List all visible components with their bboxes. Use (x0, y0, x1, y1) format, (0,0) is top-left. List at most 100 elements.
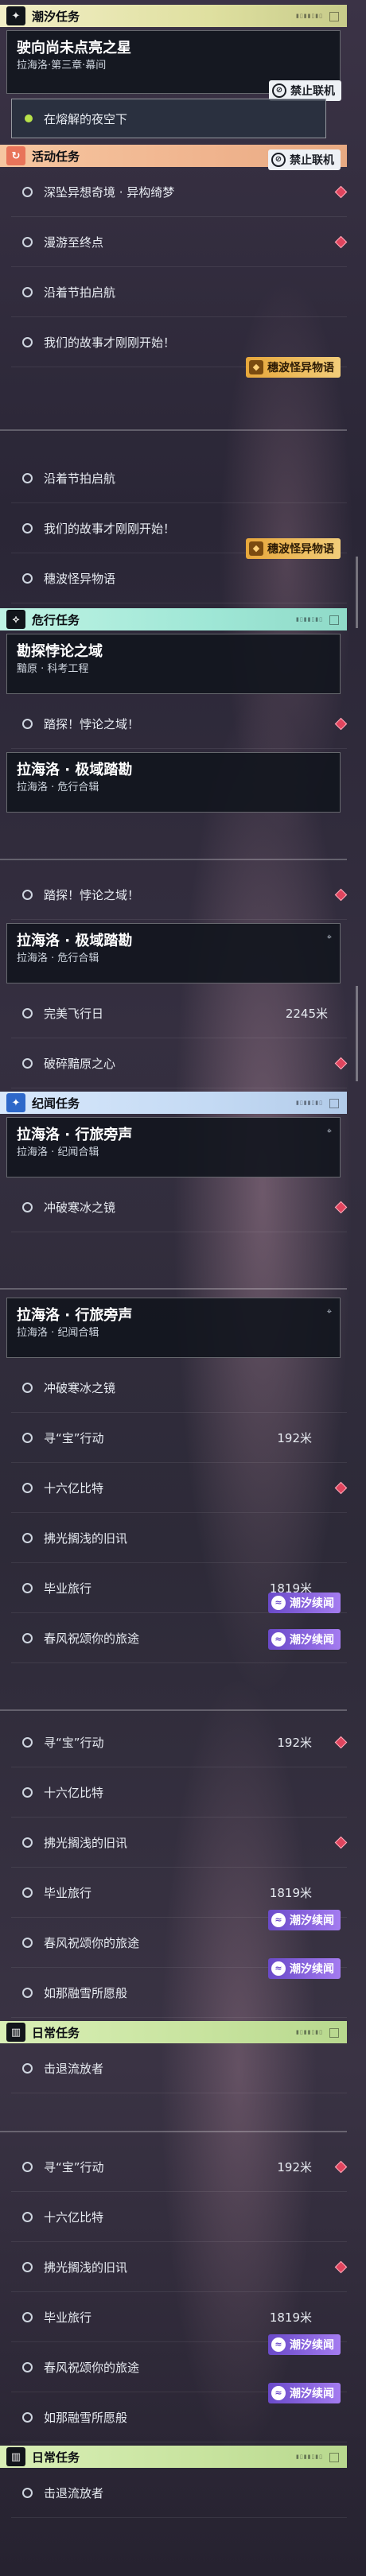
tide-badge: ≈ 潮汐续闻 (268, 1958, 341, 1979)
quest-item[interactable]: 春风祝颂你的旅途 ≈ 潮汐续闻 ≈ 潮汐续闻 (11, 1593, 347, 1663)
quest-item[interactable]: 击退流放者 (11, 2468, 347, 2518)
activity-icon: ↻ (6, 146, 25, 165)
section-header-daily[interactable]: ▥ 日常任务 ▮▯▮▮▯▮▯ (0, 2446, 347, 2468)
quest-title: 拉海洛 · 行旅旁声 (17, 1127, 133, 1143)
quest-item[interactable]: 寻“宝”行动 192米 (11, 1717, 348, 1767)
quest-item[interactable]: 寻“宝”行动 192米 (11, 1413, 347, 1463)
section-header-daily[interactable]: ▥ 日常任务 ▮▯▮▮▯▮▯ (0, 2021, 347, 2043)
alert-diamond-icon (334, 2160, 348, 2173)
status-circle-icon (22, 522, 33, 533)
quest-item[interactable]: 拂光搁浅的旧讯 (11, 2242, 348, 2292)
status-circle-icon (22, 1482, 33, 1493)
status-circle-icon (22, 1532, 33, 1543)
quest-item[interactable]: 冲破寒冰之镜 (11, 1363, 347, 1413)
quest-item[interactable]: 完美飞行日 2245米 (11, 988, 347, 1038)
wave-icon: ≈ (271, 1913, 286, 1927)
header-edge-icon (329, 1099, 339, 1108)
quest-item[interactable]: 穗波怪异物语 (11, 553, 347, 603)
quest-card-chronicle[interactable]: 拉海洛 · 行旅旁声 拉海洛 · 纪闻合辑 ⌖ (6, 1298, 341, 1358)
section-header-danger[interactable]: ⟡ 危行任务 ▮▯▮▮▯▮▯ (0, 608, 347, 630)
divider (0, 859, 347, 860)
status-circle-icon (22, 1582, 33, 1593)
book-icon: ▥ (6, 2023, 25, 2042)
tide-badge: ≈ 潮汐续闻 (268, 1910, 341, 1930)
no-coop-badge: ⊘ 禁止联机 (268, 149, 341, 170)
alert-diamond-icon (334, 1057, 348, 1069)
quest-card-danger-2[interactable]: 拉海洛 · 极域踏勘 拉海洛 · 危行合辑 (6, 752, 341, 813)
alert-diamond-icon (334, 1736, 348, 1748)
tide-badge: ≈ 潮汐续闻 (268, 2383, 341, 2403)
status-circle-icon (22, 2161, 33, 2172)
quest-item[interactable]: 沿着节拍启航 (11, 267, 347, 317)
quest-subtitle: 黯原 · 科考工程 (17, 663, 89, 675)
quest-item[interactable]: 击退流放者 (11, 2043, 347, 2093)
quest-item[interactable]: 拂光搁浅的旧讯 (11, 1818, 348, 1868)
quest-subtitle: 拉海洛·第三章·幕间 (17, 60, 107, 72)
quest-item[interactable]: 如那融雪所愿般 ≈ 潮汐续闻 (11, 2383, 347, 2442)
wave-icon: ≈ (271, 1632, 286, 1647)
quest-item[interactable]: 十六亿比特 (11, 2192, 347, 2242)
alert-diamond-icon (334, 2260, 348, 2273)
quest-item[interactable]: 十六亿比特 (11, 1767, 347, 1818)
alert-diamond-icon (334, 1201, 348, 1213)
chronicle-repeat: 寻“宝”行动 192米 十六亿比特 拂光搁浅的旧讯 毕业旅行 1819米 春风祝颂你… (0, 2142, 348, 2518)
status-circle-icon (22, 1736, 33, 1748)
status-circle-icon (22, 1382, 33, 1393)
status-circle-icon (22, 2411, 33, 2423)
quest-card-danger[interactable]: 勘探悖论之域 黯原 · 科考工程 (6, 634, 341, 694)
alert-diamond-icon (334, 1836, 348, 1849)
quest-item[interactable]: 漫游至终点 (11, 217, 348, 267)
quest-item[interactable]: 我们的故事才刚刚开始！ ◆ 穗波怪异物语 (11, 503, 347, 559)
section-header-tide[interactable]: ✦ 潮汐任务 ▮▯▮▮▯▮▯ (0, 5, 347, 27)
alert-diamond-icon (334, 235, 348, 248)
danger-continued: 踏探！悖论之域！ 拉海洛 · 极域踏勘 拉海洛 · 危行合辑 ⌖ 完美飞行日 22… (0, 870, 348, 1232)
header-edge-icon (329, 12, 339, 21)
status-circle-icon (22, 1007, 33, 1018)
section-title: 活动任务 (32, 149, 80, 164)
scrollbar[interactable] (356, 986, 358, 1081)
quest-item[interactable]: 冲破寒冰之镜 (11, 1182, 348, 1232)
quest-item[interactable]: 踏探！悖论之域！ (11, 699, 348, 749)
quest-card-tide[interactable]: 驶向尚未点亮之星 拉海洛·第三章·幕间 ⊘ 禁止联机 (6, 30, 341, 101)
scrollbar[interactable] (356, 557, 358, 628)
quest-title: 驶向尚未点亮之星 (17, 40, 131, 56)
quest-title: 拉海洛 · 极域踏勘 (17, 762, 133, 778)
quest-item[interactable]: 深坠异想奇境 · 异构绮梦 ⊘ 禁止联机 (11, 149, 348, 217)
tide-badge: ≈ 潮汐续闻 (268, 1593, 341, 1613)
status-circle-icon (22, 1432, 33, 1443)
quest-title: 拉海洛 · 极域踏勘 (17, 933, 133, 949)
info-icon: ⌖ (326, 1126, 332, 1136)
quest-item[interactable]: 拂光搁浅的旧讯 (11, 1513, 347, 1563)
header-edge-icon (329, 2028, 339, 2038)
info-icon: ⌖ (326, 1306, 332, 1317)
quest-item[interactable]: 如那融雪所愿般 ≈ 潮汐续闻 (11, 1958, 347, 2018)
header-edge-icon (329, 615, 339, 625)
wave-icon: ≈ (271, 1961, 286, 1976)
quest-step-selected[interactable]: 在熔解的夜空下 (11, 99, 326, 138)
decor-barcode: ▮▯▮▮▯▮▯ (296, 2454, 323, 2460)
wave-icon: ≈ (271, 2337, 286, 2352)
danger-icon: ⟡ (6, 610, 25, 629)
story-icon: ◆ (249, 360, 263, 374)
status-circle-icon (22, 2487, 33, 2498)
quest-title: 勘探悖论之域 (17, 643, 103, 660)
status-circle-icon (22, 1937, 33, 1948)
quest-card-chronicle[interactable]: 拉海洛 · 行旅旁声 拉海洛 · 纪闻合辑 ⌖ (6, 1117, 341, 1177)
status-circle-icon (22, 472, 33, 483)
activity-continued: 沿着节拍启航 我们的故事才刚刚开始！ ◆ 穗波怪异物语 穗波怪异物语 ⟡ 危行任务 … (0, 453, 348, 817)
quest-item[interactable]: 沿着节拍启航 (11, 453, 347, 503)
alert-diamond-icon (334, 1481, 348, 1494)
decor-barcode: ▮▯▮▮▯▮▯ (296, 1100, 323, 1106)
quest-item[interactable]: 寻“宝”行动 192米 (11, 2142, 348, 2192)
status-circle-icon (22, 286, 33, 297)
quest-item[interactable]: 十六亿比特 (11, 1463, 348, 1513)
divider (0, 1288, 347, 1290)
section-header-chronicle[interactable]: ✦ 纪闻任务 ▮▯▮▮▯▮▯ (0, 1092, 347, 1114)
status-circle-icon (22, 2261, 33, 2272)
quest-card-danger-2[interactable]: 拉海洛 · 极域踏勘 拉海洛 · 危行合辑 ⌖ (6, 923, 341, 983)
quest-item[interactable]: 我们的故事才刚刚开始！ ◆ 穗波怪异物语 (11, 317, 347, 378)
quest-item[interactable]: 破碎黯原之心 (11, 1038, 348, 1088)
quest-item[interactable]: 踏探！悖论之域！ (11, 870, 348, 920)
tide-badge: ≈ 潮汐续闻 (268, 1629, 341, 1650)
section-title: 日常任务 (32, 2450, 80, 2465)
